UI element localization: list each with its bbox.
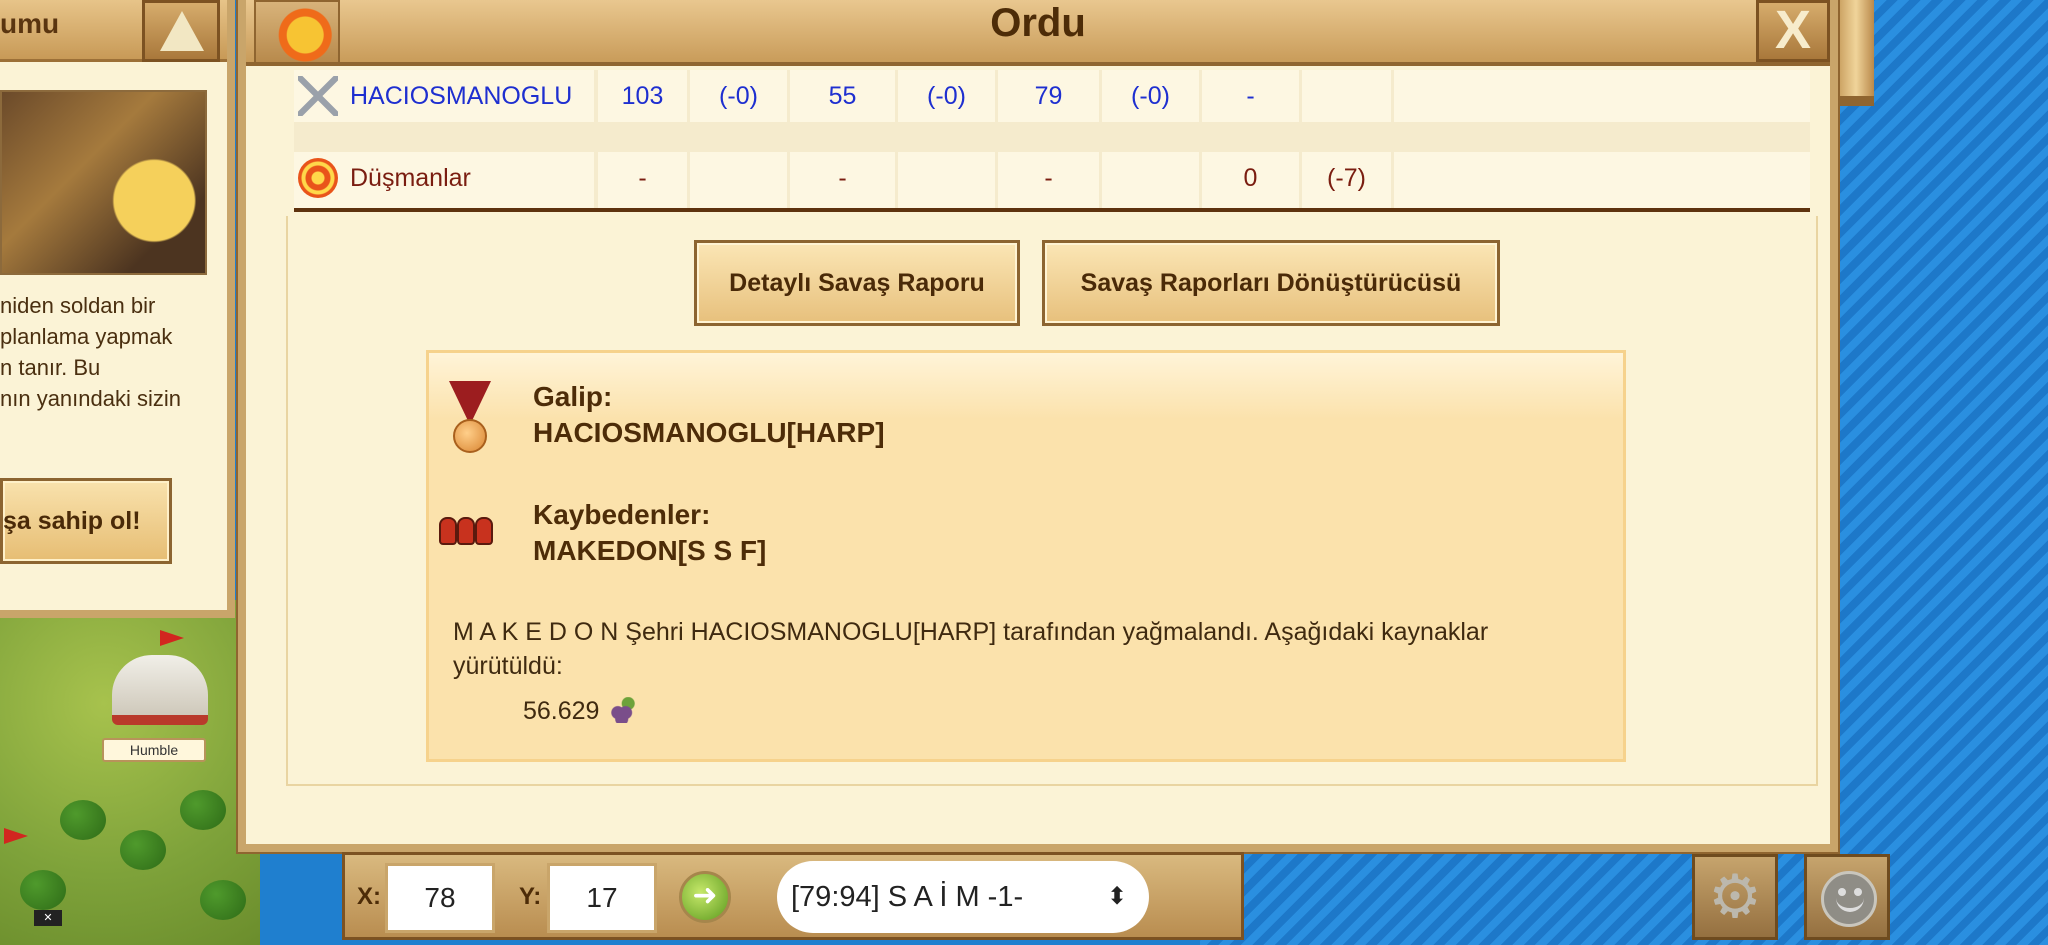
table-cell: - [790,152,898,208]
detailed-report-button[interactable]: Detaylı Savaş Raporu [694,240,1020,326]
losers-label: Kaybedenler: [533,499,711,530]
selected-city: [79:94] S A İ M -1- [791,881,1024,913]
table-cell: (-0) [1102,70,1202,122]
warriors-icon [433,501,497,557]
plunder-summary: M A K E D O N Şehri HACIOSMANOGLU[HARP] … [453,618,1489,680]
city-building[interactable] [112,655,208,725]
player-name-cell[interactable]: HACIOSMANOGLU [294,70,598,122]
enemy-name-cell: Düşmanlar [294,152,598,208]
battle-result-box: Galip: HACIOSMANOGLU[HARP] Kaybedenler: … [426,350,1626,762]
table-cell: (-7) [1302,152,1394,208]
loot-amount: 56.629 [523,697,600,725]
y-label: Y: [519,883,542,910]
tree [60,800,106,840]
profile-button[interactable] [1804,854,1890,940]
table-cell: - [1202,70,1302,122]
settings-button[interactable]: ⚙ [1692,854,1778,940]
table-cell: (-0) [898,70,998,122]
table-cell [1394,70,1810,122]
coordinate-bar: X: 78 Y: 17 ➜ [79:94] S A İ M -1- ⬍ [342,852,1244,940]
row-name: HACIOSMANOGLU [350,82,573,110]
triangle-up-icon [160,11,204,51]
battle-avatar-icon [254,0,340,64]
tutorial-panel: umu niden soldan bir planlama yapmak n t… [0,0,235,618]
x-label: X: [357,883,381,910]
table-cell [1394,152,1810,208]
pirate-flag-icon: ✕ [34,910,62,926]
tree [120,830,166,870]
tutorial-text-line: nın yanındaki sizin [0,386,181,411]
table-cell: 103 [598,70,690,122]
city-name-label[interactable]: Humble [102,738,206,762]
flag-icon [160,630,184,646]
tree [200,880,246,920]
tree [180,790,226,830]
table-cell [1102,152,1202,208]
tutorial-text-line: n tanır. Bu [0,355,101,380]
tutorial-illustration [0,90,207,275]
loot-row: 56.629 [523,693,637,728]
collapse-button[interactable] [142,0,220,62]
y-coordinate-input[interactable]: 17 [547,863,657,933]
sea-background [1830,0,2048,945]
winner-name[interactable]: HACIOSMANOGLU[HARP] [533,417,885,449]
target-icon [298,158,338,198]
arrow-icon: ➜ [692,879,718,912]
dialog-title: Ordu [990,1,1086,45]
table-cell [898,152,998,208]
dialog-header: Ordu X [246,0,1830,66]
smiley-icon [1821,871,1877,927]
table-row: HACIOSMANOGLU 103 (-0) 55 (-0) 79 (-0) - [294,70,1810,122]
city-select[interactable]: [79:94] S A İ M -1- ⬍ [777,861,1149,933]
table-cell: 55 [790,70,898,122]
report-converter-button[interactable]: Savaş Raporları Dönüştürücüsü [1042,240,1500,326]
tutorial-header: umu [0,0,227,62]
tutorial-text-line: planlama yapmak [0,324,173,349]
table-row: Düşmanlar - - - 0 (-7) [294,152,1810,212]
tutorial-title: umu [0,8,60,39]
army-dialog: Ordu X HACIOSMANOGLU 103 (-0) 55 (-0) 79… [238,0,1838,852]
medal-icon [445,381,495,453]
swords-icon [298,76,338,116]
tutorial-text: niden soldan bir planlama yapmak n tanır… [0,290,210,414]
x-coordinate-input[interactable]: 78 [385,863,495,933]
winner-label: Galip: [533,381,613,412]
table-cell: 79 [998,70,1102,122]
table-cell [690,152,790,208]
table-cell: - [598,152,690,208]
grape-icon [610,697,637,723]
table-cell: - [998,152,1102,208]
table-cell: 0 [1202,152,1302,208]
close-button[interactable]: X [1756,0,1830,62]
row-divider [294,122,1810,152]
tree [20,870,66,910]
scroll-pillar-decoration [1838,0,1874,106]
chevron-updown-icon: ⬍ [1106,883,1127,910]
gear-icon: ⚙ [1708,863,1762,930]
table-cell: (-0) [690,70,790,122]
tutorial-text-line: niden soldan bir [0,293,156,318]
tutorial-cta-button[interactable]: şa sahip ol! [0,478,172,564]
row-name: Düşmanlar [350,164,471,192]
loser-name[interactable]: MAKEDON[S S F] [533,535,766,567]
go-to-coordinates-button[interactable]: ➜ [679,871,731,923]
flag-icon [4,828,28,844]
table-cell [1302,70,1394,122]
